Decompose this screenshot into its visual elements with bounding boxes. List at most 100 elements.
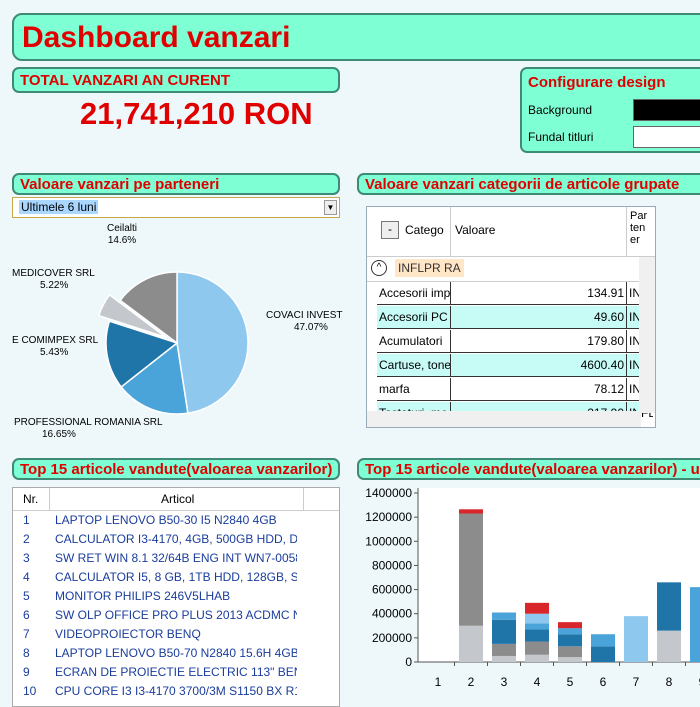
horizontal-scrollbar[interactable] bbox=[367, 411, 641, 427]
y-tick-label: 800000 bbox=[372, 558, 412, 572]
bar-segment[interactable] bbox=[459, 513, 483, 626]
background-label: Background bbox=[528, 103, 593, 117]
chevron-up-icon[interactable]: ^ bbox=[371, 260, 387, 276]
pie-label-pct: 5.43% bbox=[40, 347, 68, 358]
column-header-nr[interactable]: Nr. bbox=[23, 492, 38, 506]
bar-segment[interactable] bbox=[492, 655, 516, 662]
row-number: 1 bbox=[23, 513, 30, 527]
y-tick-label: 1400000 bbox=[365, 486, 412, 500]
x-tick-label: 1 bbox=[435, 675, 442, 689]
bar-segment[interactable] bbox=[591, 634, 615, 647]
cell-category: Accesorii PC bbox=[377, 306, 451, 328]
row-number: 4 bbox=[23, 570, 30, 584]
bar-segment[interactable] bbox=[558, 634, 582, 647]
row-number: 5 bbox=[23, 589, 30, 603]
row-article: LAPTOP LENOVO B50-70 N2840 15.6H 4GB bbox=[55, 646, 297, 660]
row-article: CALCULATOR I3-4170, 4GB, 500GB HDD, D bbox=[55, 532, 297, 546]
design-config-title: Configurare design bbox=[528, 74, 666, 91]
bar-segment[interactable] bbox=[591, 646, 615, 662]
row-article: LAPTOP LENOVO B50-30 I5 N2840 4GB bbox=[55, 513, 277, 527]
group-row[interactable]: ^ INFLPR RA bbox=[367, 257, 641, 282]
table-row[interactable]: 3 SW RET WIN 8.1 32/64B ENG INT WN7-0058 bbox=[13, 549, 339, 568]
table-row[interactable]: marfa78.12INFL bbox=[377, 378, 653, 401]
row-article: VIDEOPROIECTOR BENQ bbox=[55, 627, 201, 641]
x-tick-label: 7 bbox=[633, 675, 640, 689]
cell-value: 134.91 bbox=[451, 282, 627, 304]
group-label: INFLPR RA bbox=[395, 259, 464, 277]
pie-label-pct: 47.07% bbox=[294, 322, 328, 333]
table-row[interactable]: 7 VIDEOPROIECTOR BENQ bbox=[13, 625, 339, 644]
pie-label-pct: 5.22% bbox=[40, 280, 68, 291]
bar-segment[interactable] bbox=[492, 619, 516, 644]
pie-label-name: E COMIMPEX SRL bbox=[12, 335, 99, 346]
categories-grid: - Catego Valoare Par ten er ^ INFLPR RA … bbox=[366, 206, 656, 428]
cell-category: Acumulatori bbox=[377, 330, 451, 352]
bar-segment[interactable] bbox=[525, 641, 549, 655]
table-row[interactable]: 10 CPU CORE I3 I3-4170 3700/3M S1150 BX R… bbox=[13, 682, 339, 701]
period-select[interactable]: Ultimele 6 luni ▼ bbox=[12, 197, 340, 218]
table-row[interactable]: Accesorii imp134.91INFL bbox=[377, 282, 653, 305]
cell-category: Cartuse, tone bbox=[377, 354, 451, 376]
table-row[interactable]: 2 CALCULATOR I3-4170, 4GB, 500GB HDD, D bbox=[13, 530, 339, 549]
title-background-label: Fundal titluri bbox=[528, 130, 594, 144]
bar-segment[interactable] bbox=[657, 582, 681, 631]
row-article: SW OLP OFFICE PRO PLUS 2013 ACDMC N bbox=[55, 608, 297, 622]
y-tick-label: 1200000 bbox=[365, 510, 412, 524]
bar-segment[interactable] bbox=[525, 613, 549, 624]
column-header-article[interactable]: Articol bbox=[161, 492, 194, 506]
table-row[interactable]: 8 LAPTOP LENOVO B50-70 N2840 15.6H 4GB bbox=[13, 644, 339, 663]
table-row[interactable]: Acumulatori179.80INFL bbox=[377, 330, 653, 353]
bar-segment[interactable] bbox=[525, 602, 549, 614]
row-article: ECRAN DE PROIECTIE ELECTRIC 113" BEN bbox=[55, 665, 297, 679]
x-tick-label: 2 bbox=[468, 675, 475, 689]
total-sales-value: 21,741,210 RON bbox=[80, 96, 313, 131]
bar-segment[interactable] bbox=[492, 612, 516, 620]
pie-slice[interactable] bbox=[176, 271, 249, 415]
bar-segment[interactable] bbox=[525, 623, 549, 630]
grid-header-category[interactable]: - Catego bbox=[367, 207, 451, 257]
vertical-scrollbar[interactable] bbox=[639, 257, 655, 413]
column-header-value: Valoare bbox=[455, 223, 496, 237]
pie-label-pct: 16.65% bbox=[42, 429, 76, 440]
grid-header-partner[interactable]: Par ten er bbox=[627, 207, 655, 257]
row-article: SW RET WIN 8.1 32/64B ENG INT WN7-0058 bbox=[55, 551, 297, 565]
bar-segment[interactable] bbox=[459, 509, 483, 514]
pie-label-name: COVACI INVEST S bbox=[266, 310, 345, 321]
total-sales-title: TOTAL VANZARI AN CURENT bbox=[12, 67, 340, 93]
period-select-value: Ultimele 6 luni bbox=[19, 200, 99, 214]
row-number: 2 bbox=[23, 532, 30, 546]
bar-segment[interactable] bbox=[558, 628, 582, 635]
collapse-button[interactable]: - bbox=[381, 221, 399, 239]
design-config-panel: Configurare design Background Fundal tit… bbox=[520, 67, 700, 153]
table-row[interactable]: 6 SW OLP OFFICE PRO PLUS 2013 ACDMC N bbox=[13, 606, 339, 625]
table-row[interactable]: 4 CALCULATOR I5, 8 GB, 1TB HDD, 128GB, S bbox=[13, 568, 339, 587]
title-background-color-picker[interactable] bbox=[633, 126, 700, 148]
bar-segment[interactable] bbox=[492, 643, 516, 656]
pie-label-pct: 14.6% bbox=[108, 235, 136, 246]
pie-label-name: MEDICOVER SRL bbox=[12, 268, 95, 279]
bar-segment[interactable] bbox=[558, 657, 582, 662]
pie-label-name: Ceilalti bbox=[107, 223, 137, 234]
top15-articles-title: Top 15 articole vandute(valoarea vanzari… bbox=[12, 458, 340, 480]
categories-sales-title: Valoare vanzari categorii de articole gr… bbox=[357, 173, 700, 195]
table-row[interactable]: 9 ECRAN DE PROIECTIE ELECTRIC 113" BEN bbox=[13, 663, 339, 682]
bar-segment[interactable] bbox=[624, 616, 648, 662]
top15-chart-title: Top 15 articole vandute(valoarea vanzari… bbox=[357, 458, 700, 480]
table-row[interactable]: Cartuse, tone4600.40INFL bbox=[377, 354, 653, 377]
bar-segment[interactable] bbox=[525, 654, 549, 662]
chevron-down-icon[interactable]: ▼ bbox=[324, 200, 337, 215]
table-row[interactable]: Accesorii PC49.60INFL bbox=[377, 306, 653, 329]
bar-segment[interactable] bbox=[690, 587, 700, 662]
table-row[interactable]: 1 LAPTOP LENOVO B50-30 I5 N2840 4GB bbox=[13, 511, 339, 530]
bar-segment[interactable] bbox=[525, 629, 549, 642]
bar-segment[interactable] bbox=[657, 630, 681, 662]
background-color-picker[interactable] bbox=[633, 99, 700, 121]
bar-segment[interactable] bbox=[558, 622, 582, 629]
table-row[interactable]: 5 MONITOR PHILIPS 246V5LHAB bbox=[13, 587, 339, 606]
bar-segment[interactable] bbox=[558, 646, 582, 658]
y-tick-label: 400000 bbox=[372, 607, 412, 621]
cell-value: 49.60 bbox=[451, 306, 627, 328]
cell-category: Accesorii imp bbox=[377, 282, 451, 304]
grid-header-value[interactable]: Valoare bbox=[451, 207, 627, 257]
bar-segment[interactable] bbox=[459, 625, 483, 662]
